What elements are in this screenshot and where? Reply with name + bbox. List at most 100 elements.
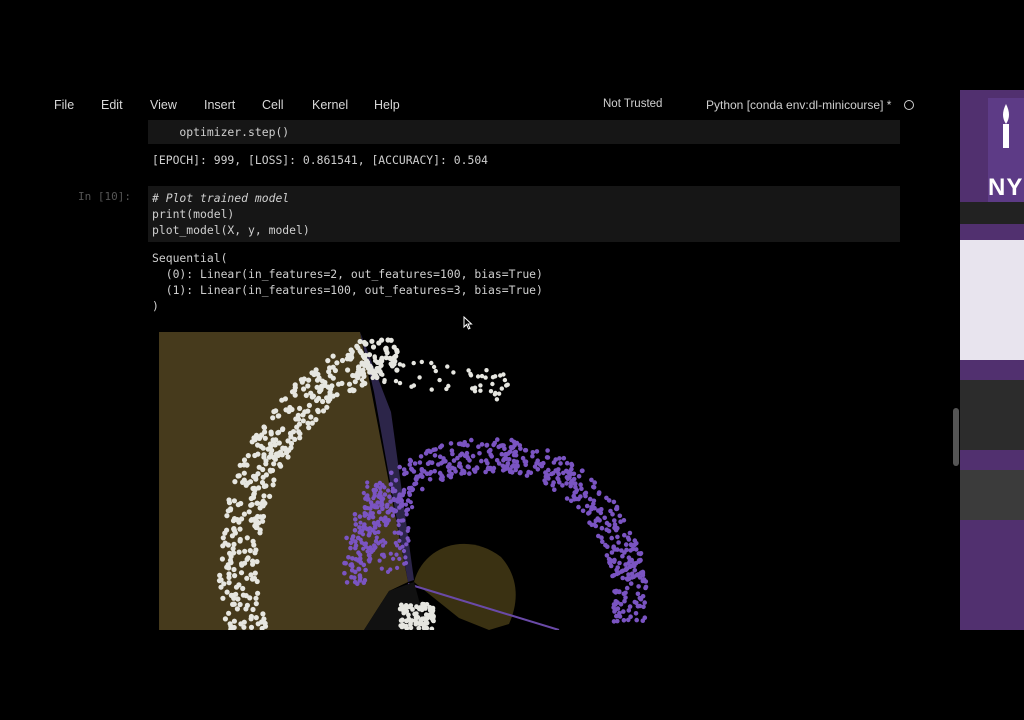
scatter-point: [354, 343, 360, 349]
scatter-point: [612, 609, 617, 614]
scatter-point: [624, 585, 630, 591]
scatter-point: [348, 545, 353, 551]
scatter-point: [235, 473, 241, 479]
menu-insert[interactable]: Insert: [204, 98, 235, 112]
scatter-point: [427, 477, 433, 482]
scatter-point: [448, 441, 454, 446]
scatter-point: [399, 624, 405, 630]
kernel-name[interactable]: Python [conda env:dl-minicourse] *: [706, 98, 891, 112]
scatter-point: [400, 544, 405, 549]
scatter-point: [300, 412, 306, 418]
scatter-point: [367, 531, 372, 536]
scatter-point: [393, 478, 399, 483]
scatter-point: [369, 338, 375, 344]
scatter-point: [387, 508, 393, 513]
menu-cell[interactable]: Cell: [262, 98, 284, 112]
scatter-point: [400, 503, 405, 508]
scatter-point: [315, 407, 321, 413]
scatter-point: [535, 467, 541, 472]
trust-status[interactable]: Not Trusted: [603, 98, 662, 110]
scatter-point: [607, 559, 612, 565]
menu-kernel[interactable]: Kernel: [312, 98, 348, 112]
scatter-point: [396, 522, 401, 528]
scatter-point: [616, 540, 621, 545]
scatter-point: [414, 475, 419, 481]
scatter-point: [254, 434, 261, 440]
menu-view[interactable]: View: [150, 98, 177, 112]
scatter-point: [365, 484, 370, 489]
scatter-point: [641, 604, 646, 610]
scatter-point: [635, 591, 641, 597]
scatter-point: [356, 566, 361, 572]
scatter-point: [369, 546, 374, 552]
scatter-point: [314, 397, 320, 404]
scatter-point: [320, 408, 327, 414]
scatter-point: [256, 485, 262, 491]
menu-help[interactable]: Help: [374, 98, 400, 112]
nyu-logo-text: NY: [988, 174, 1024, 201]
scatter-point: [447, 468, 452, 474]
scatter-point: [363, 567, 368, 573]
menu-edit[interactable]: Edit: [101, 98, 123, 112]
scatter-point: [564, 481, 569, 486]
scatter-point: [251, 575, 258, 581]
scatter-point: [289, 389, 296, 395]
scatter-point: [413, 481, 419, 486]
scatter-point: [398, 602, 404, 608]
scatter-point: [221, 581, 227, 587]
scatter-point: [353, 522, 359, 527]
scatter-point: [397, 362, 403, 367]
scatter-point: [599, 525, 605, 531]
scatter-point: [405, 536, 410, 541]
scatter-point: [490, 375, 496, 380]
scatter-point: [265, 446, 271, 452]
scatter-point: [489, 454, 495, 459]
scatter-point: [408, 625, 414, 630]
scatter-point: [334, 360, 340, 366]
scatter-point: [632, 563, 637, 569]
scatter-point: [436, 462, 441, 467]
scatter-point: [256, 464, 262, 470]
scatter-point: [255, 442, 261, 448]
scatter-point: [230, 601, 236, 607]
scatter-point: [518, 470, 523, 475]
output-line: Sequential(: [152, 251, 228, 265]
scatter-point: [263, 472, 269, 478]
scatter-point: [231, 498, 237, 504]
scatter-point: [451, 458, 457, 463]
scatter-point: [467, 471, 472, 476]
scatter-point: [478, 383, 483, 388]
scatter-point: [627, 530, 633, 536]
scatter-point: [255, 621, 261, 627]
scatter-point: [367, 526, 373, 531]
nyu-side-panel: NY: [960, 90, 1024, 630]
scatter-point: [640, 618, 646, 623]
scatter-point: [392, 497, 397, 503]
output-line: (0): Linear(in_features=2, out_features=…: [152, 267, 543, 281]
scatter-point: [421, 603, 427, 609]
scatter-point: [623, 595, 628, 600]
scatter-point: [457, 461, 463, 466]
scatter-point: [634, 617, 639, 623]
scatter-point: [269, 467, 276, 474]
scatter-point: [263, 461, 269, 467]
scatter-point: [314, 377, 321, 383]
scatter-point: [617, 513, 623, 519]
prev-cell-code: optimizer.step(): [152, 125, 290, 139]
scatter-point: [370, 344, 377, 350]
scatter-point: [260, 445, 266, 451]
scatter-point: [248, 495, 254, 502]
scrollbar-thumb[interactable]: [953, 408, 959, 466]
scatter-point: [617, 560, 622, 566]
scatter-point: [261, 616, 267, 622]
scatter-point: [612, 518, 617, 523]
scatter-point: [626, 572, 631, 577]
menu-file[interactable]: File: [54, 98, 74, 112]
scatter-point: [499, 451, 505, 457]
scatter-point: [615, 565, 620, 570]
scatter-point: [431, 364, 437, 370]
scatter-point: [611, 602, 617, 607]
scatter-point: [607, 522, 612, 528]
scatter-point: [297, 405, 303, 411]
scatter-point: [564, 496, 570, 501]
